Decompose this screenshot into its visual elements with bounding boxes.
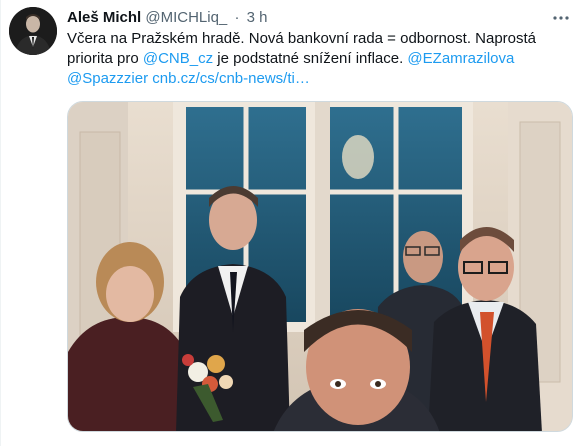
tweet-text: Včera na Pražském hradě. Nová bankovní r…: [67, 29, 567, 89]
tweet-header: Aleš Michl @MICHLiq_ · 3 h: [67, 8, 563, 28]
tweet-link[interactable]: cnb.cz/cs/cnb-news/ti…: [152, 70, 310, 87]
author-handle[interactable]: @MICHLiq_: [145, 9, 227, 26]
mention-spazzzier[interactable]: @Spazzzier: [67, 70, 148, 87]
mention-cnb[interactable]: @CNB_cz: [143, 50, 213, 67]
tweet-text-part-2: je podstatné snížení inflace.: [213, 50, 408, 67]
avatar[interactable]: [9, 7, 57, 55]
tweet-photo[interactable]: [67, 101, 573, 432]
ellipsis-icon[interactable]: [551, 8, 571, 28]
timestamp[interactable]: 3 h: [247, 9, 268, 26]
mention-ezamrazilova[interactable]: @EZamrazilova: [407, 50, 514, 67]
author-name[interactable]: Aleš Michl: [67, 9, 141, 26]
separator: ·: [234, 9, 240, 26]
tweet[interactable]: Aleš Michl @MICHLiq_ · 3 h Včera na Praž…: [0, 0, 583, 446]
